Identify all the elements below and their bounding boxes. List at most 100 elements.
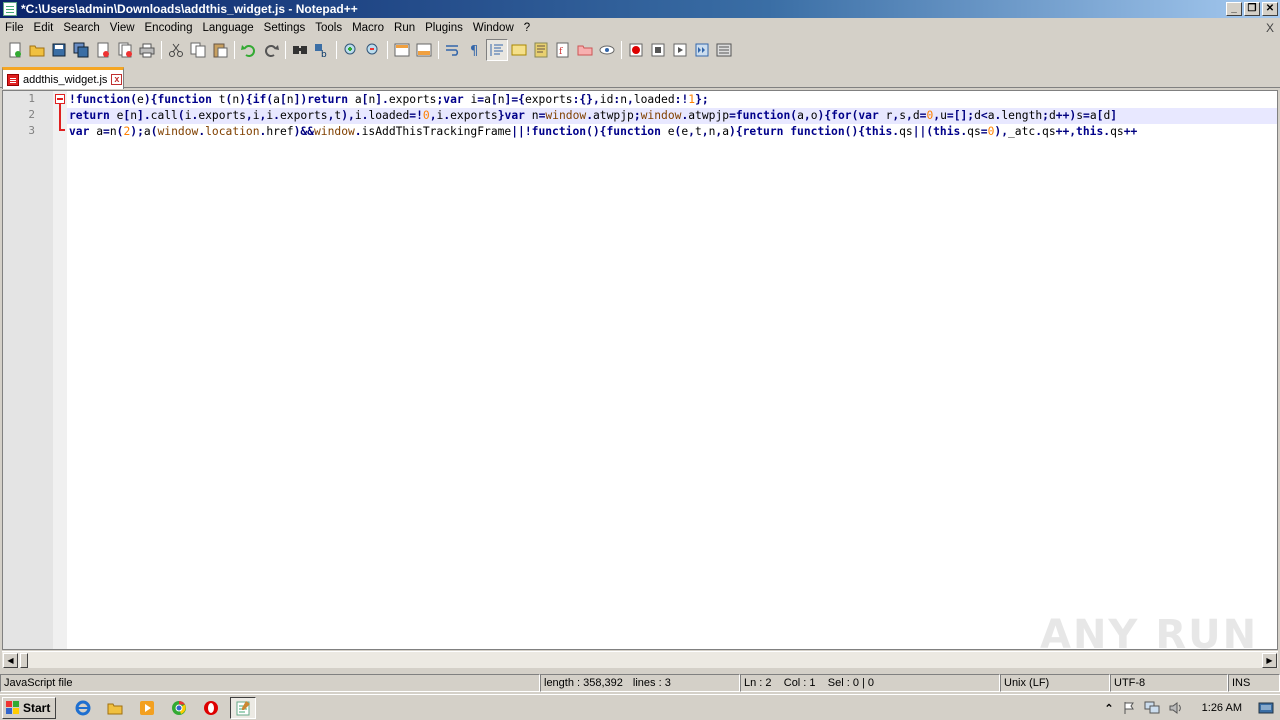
user-language-icon [511,44,527,56]
restore-button[interactable]: ❐ [1244,2,1260,16]
play-macro-button[interactable] [669,39,691,61]
stop-record-button[interactable] [647,39,669,61]
close-document-button[interactable]: X [1266,18,1274,38]
explorer-launcher[interactable] [102,697,128,719]
find-button[interactable] [289,39,311,61]
zoom-in-button[interactable] [340,39,362,61]
menu-run[interactable]: Run [389,18,420,38]
status-encoding[interactable]: UTF-8 [1110,674,1228,692]
stop-record-icon [651,43,665,57]
title-bar[interactable]: *C:\Users\admin\Downloads\addthis_widget… [0,0,1280,18]
code-line-1[interactable]: !function(e){function t(n){if(a[n])retur… [67,92,1277,108]
menu-edit[interactable]: Edit [29,18,59,38]
system-clock[interactable]: 1:26 AM [1202,702,1242,714]
zoom-out-icon [366,43,378,55]
toolbar-separator [387,41,388,59]
menu-encoding[interactable]: Encoding [140,18,198,38]
save-macro-button[interactable] [713,39,735,61]
monitoring-icon [599,45,615,55]
menu-settings[interactable]: Settings [259,18,311,38]
paste-button[interactable] [209,39,231,61]
replace-button[interactable]: b [311,39,333,61]
status-eol[interactable]: Unix (LF) [1000,674,1110,692]
replace-icon: b [315,44,327,58]
save-all-button[interactable] [70,39,92,61]
menu-file[interactable]: File [0,18,29,38]
ie-launcher[interactable] [70,697,96,719]
menu-help[interactable]: ? [519,18,535,38]
redo-button[interactable] [260,39,282,61]
window-controls: _ ❐ ✕ [1226,2,1278,16]
status-file-type: JavaScript file [0,674,540,692]
zoom-out-button[interactable] [362,39,384,61]
run-macro-multiple-icon [695,43,709,57]
close-all-button[interactable] [114,39,136,61]
fold-line [59,104,61,130]
save-all-icon [73,42,89,58]
menu-bar: File Edit Search View Encoding Language … [0,18,1280,38]
menu-tools[interactable]: Tools [310,18,347,38]
window-title: *C:\Users\admin\Downloads\addthis_widget… [21,2,358,16]
chrome-icon [172,700,186,715]
function-list-button[interactable]: f [552,39,574,61]
folder-workspace-button[interactable] [574,39,596,61]
scroll-thumb[interactable] [20,653,28,668]
new-file-button[interactable] [4,39,26,61]
network-icon[interactable] [1144,701,1160,715]
undo-icon [241,45,255,57]
menu-view[interactable]: View [105,18,140,38]
word-wrap-button[interactable] [442,39,464,61]
scroll-left-icon[interactable]: ◀ [3,653,18,668]
fold-collapse-icon[interactable] [55,94,65,104]
menu-window[interactable]: Window [468,18,519,38]
tab-close-button[interactable]: x [111,74,123,85]
record-macro-button[interactable] [625,39,647,61]
print-button[interactable] [136,39,158,61]
toolbar-separator [234,41,235,59]
doc-map-icon [534,42,548,58]
start-button[interactable]: Start [2,696,56,719]
open-file-button[interactable] [26,39,48,61]
scroll-right-icon[interactable]: ▶ [1262,653,1277,668]
user-language-button[interactable] [508,39,530,61]
volume-icon[interactable] [1168,701,1184,715]
monitoring-button[interactable] [596,39,618,61]
menu-macro[interactable]: Macro [347,18,389,38]
show-hidden-icons-icon[interactable]: ⌃ [1104,702,1113,715]
copy-button[interactable] [187,39,209,61]
cut-button[interactable] [165,39,187,61]
close-window-button[interactable]: ✕ [1262,2,1278,16]
doc-map-button[interactable] [530,39,552,61]
menu-search[interactable]: Search [58,18,104,38]
show-all-chars-button[interactable]: ¶ [464,39,486,61]
opera-launcher[interactable] [198,697,224,719]
close-all-icon [118,42,132,58]
save-button[interactable] [48,39,70,61]
show-desktop-icon[interactable] [1258,701,1274,715]
notepad-plus-plus-icon [3,2,17,16]
fold-end-marker [59,129,65,131]
notepadpp-task-button[interactable] [230,696,256,719]
menu-plugins[interactable]: Plugins [420,18,468,38]
show-all-chars-icon: ¶ [470,44,478,58]
horizontal-scrollbar[interactable]: ◀ ▶ [2,651,1278,668]
undo-button[interactable] [238,39,260,61]
tab-addthis-widget[interactable]: addthis_widget.js x [2,67,124,89]
code-line-3[interactable]: var a=n(2);a(window.location.href)&&wind… [67,124,1277,140]
run-macro-multiple-button[interactable] [691,39,713,61]
status-bar: JavaScript file length : 358,392 lines :… [0,674,1280,692]
code-editor[interactable]: 1 2 3 !function(e){function t(n){if(a[n]… [2,90,1278,650]
action-center-flag-icon[interactable] [1122,701,1136,715]
sync-horizontal-button[interactable] [413,39,435,61]
media-player-launcher[interactable] [134,697,160,719]
sync-vertical-button[interactable] [391,39,413,61]
minimize-button[interactable]: _ [1226,2,1242,16]
toolbar-separator [336,41,337,59]
opera-icon [204,700,218,715]
menu-language[interactable]: Language [197,18,258,38]
close-button[interactable] [92,39,114,61]
code-line-2[interactable]: return e[n].call(i.exports,i,i.exports,t… [67,108,1277,124]
indent-guide-icon [490,44,503,56]
indent-guide-button[interactable] [486,39,508,61]
chrome-launcher[interactable] [166,697,192,719]
